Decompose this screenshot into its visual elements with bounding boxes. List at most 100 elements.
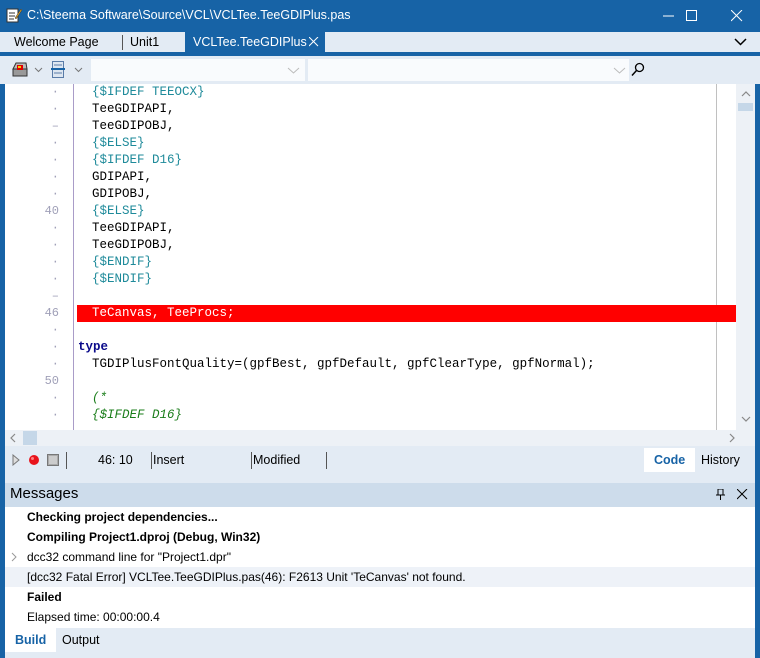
vertical-scroll-thumb[interactable] <box>738 103 753 111</box>
scroll-up-icon[interactable] <box>741 91 751 97</box>
code-line[interactable]: · {$IFDEF TEEOCX} <box>5 84 736 101</box>
message-row[interactable]: Compiling Project1.dproj (Debug, Win32) <box>5 527 755 547</box>
code-text: {$ELSE} <box>92 136 145 150</box>
code-text: GDIPOBJ, <box>92 187 153 201</box>
code-line[interactable]: · {$ENDIF} <box>5 254 736 271</box>
messages-tabs: Build Output <box>5 628 755 652</box>
code-text: TGDIPlusFontQuality=(gpfBest, gpfDefault… <box>92 357 595 371</box>
tab-build[interactable]: Build <box>5 628 57 652</box>
app-icon <box>6 8 22 23</box>
code-line[interactable]: · <box>5 322 736 339</box>
line-number: · <box>51 153 59 167</box>
code-line[interactable]: · {$IFDEF D16} <box>5 407 736 424</box>
code-line[interactable]: – TeeGDIPOBJ, <box>5 118 736 135</box>
line-number: · <box>51 221 59 235</box>
tab-unit1[interactable]: Unit1 <box>130 32 159 52</box>
vertical-scrollbar[interactable] <box>736 84 755 430</box>
close-panel-icon[interactable] <box>737 489 748 500</box>
code-line[interactable]: · type <box>5 339 736 356</box>
code-line[interactable]: · GDIPOBJ, <box>5 186 736 203</box>
code-line[interactable]: · {$ELSE} <box>5 135 736 152</box>
code-line[interactable]: · TeeGDIPAPI, <box>5 101 736 118</box>
tab-label: Unit1 <box>130 35 160 49</box>
scroll-down-icon[interactable] <box>741 416 751 422</box>
method-combo-chevron-down-icon[interactable] <box>613 67 626 74</box>
message-text: Compiling Project1.dproj (Debug, Win32) <box>27 530 261 544</box>
structure-chevron-down-icon[interactable] <box>74 67 83 73</box>
status-separator <box>66 452 67 469</box>
stop-macro-icon[interactable] <box>47 454 59 466</box>
code-structure-icon[interactable] <box>51 61 65 79</box>
code-text: {$ELSE} <box>92 204 145 218</box>
code-line[interactable]: · TeeGDIPAPI, <box>5 220 736 237</box>
component-toolbox-icon[interactable] <box>11 61 29 78</box>
message-row-error[interactable]: [dcc32 Fatal Error] VCLTee.TeeGDIPlus.pa… <box>5 567 755 587</box>
code-text: type <box>78 340 109 354</box>
pin-icon[interactable] <box>716 489 725 501</box>
line-number: · <box>51 357 59 371</box>
expand-chevron-icon[interactable] <box>11 552 17 562</box>
tab-label: Output <box>62 633 100 647</box>
insert-mode: Insert <box>153 453 185 467</box>
message-text: dcc32 command line for "Project1.dpr" <box>27 550 231 564</box>
code-text: TeeGDIPAPI, <box>92 221 175 235</box>
scroll-left-icon[interactable] <box>10 433 16 443</box>
message-row[interactable]: Checking project dependencies... <box>5 507 755 527</box>
message-text: Elapsed time: 00:00:00.4 <box>27 610 160 624</box>
message-row[interactable]: Failed <box>5 587 755 607</box>
code-line[interactable]: 50 <box>5 373 736 390</box>
code-text: {$IFDEF D16} <box>92 153 183 167</box>
line-number: · <box>51 340 59 354</box>
tab-output[interactable]: Output <box>52 628 110 652</box>
tab-vcltee-teegdiplus[interactable]: VCLTee.TeeGDIPlus <box>185 32 325 52</box>
class-combo[interactable] <box>91 59 305 81</box>
view-tab-code[interactable]: Code <box>644 448 696 472</box>
record-macro-icon[interactable] <box>28 454 40 466</box>
code-text: TeeGDIPOBJ, <box>92 238 175 252</box>
code-text: {$ENDIF} <box>92 255 153 269</box>
code-text: {$IFDEF D16} <box>92 408 183 422</box>
class-combo-chevron-down-icon[interactable] <box>287 67 300 74</box>
message-text: Failed <box>27 590 62 604</box>
horizontal-scroll-thumb[interactable] <box>23 431 37 445</box>
line-number: · <box>51 408 59 422</box>
maximize-button[interactable] <box>669 0 715 32</box>
editor-tab-strip: Welcome Page Unit1 VCLTee.TeeGDIPlus <box>0 32 760 54</box>
code-line[interactable]: – <box>5 288 736 305</box>
code-line-error[interactable]: 46 TeCanvas, TeeProcs; <box>5 305 736 322</box>
code-line[interactable]: · TeeGDIPOBJ, <box>5 237 736 254</box>
toolbox-chevron-down-icon[interactable] <box>34 67 43 73</box>
line-number: · <box>51 272 59 286</box>
code-line[interactable]: · {$IFDEF D16} <box>5 152 736 169</box>
view-tab-history[interactable]: History <box>691 448 750 472</box>
method-combo[interactable] <box>308 59 629 81</box>
bottom-strip <box>5 652 755 658</box>
code-line[interactable]: · (* <box>5 390 736 407</box>
code-line[interactable]: 40 {$ELSE} <box>5 203 736 220</box>
scroll-right-icon[interactable] <box>729 433 735 443</box>
code-line[interactable]: · {$ENDIF} <box>5 271 736 288</box>
tab-label: VCLTee.TeeGDIPlus <box>193 35 307 49</box>
horizontal-scrollbar[interactable] <box>5 430 755 446</box>
line-number: · <box>51 170 59 184</box>
line-number: · <box>51 102 59 116</box>
code-line[interactable]: · GDIPAPI, <box>5 169 736 186</box>
line-number: 46 <box>44 306 59 320</box>
line-number: · <box>51 85 59 99</box>
close-tab-icon[interactable] <box>309 37 319 47</box>
tab-list-chevron-down-icon[interactable] <box>734 38 747 46</box>
view-tab-label: Code <box>654 453 686 467</box>
messages-title: Messages <box>10 485 79 502</box>
run-icon[interactable] <box>12 454 20 466</box>
code-editor[interactable]: · {$IFDEF TEEOCX} · TeeGDIPAPI, – TeeGDIPOBJ,… <box>5 84 755 430</box>
code-text: TeCanvas, TeeProcs; <box>92 306 235 320</box>
message-row[interactable]: dcc32 command line for "Project1.dpr" <box>5 547 755 567</box>
code-text: TeeGDIPAPI, <box>92 102 175 116</box>
close-button[interactable] <box>714 0 760 32</box>
code-line[interactable]: · TGDIPlusFontQuality=(gpfBest, gpfDefaul… <box>5 356 736 373</box>
editor-toolbar <box>0 56 760 84</box>
message-row[interactable]: Elapsed time: 00:00:00.4 <box>5 607 755 627</box>
tab-welcome-page[interactable]: Welcome Page <box>14 32 99 52</box>
search-icon[interactable] <box>631 62 645 77</box>
view-tab-label: History <box>701 453 740 467</box>
